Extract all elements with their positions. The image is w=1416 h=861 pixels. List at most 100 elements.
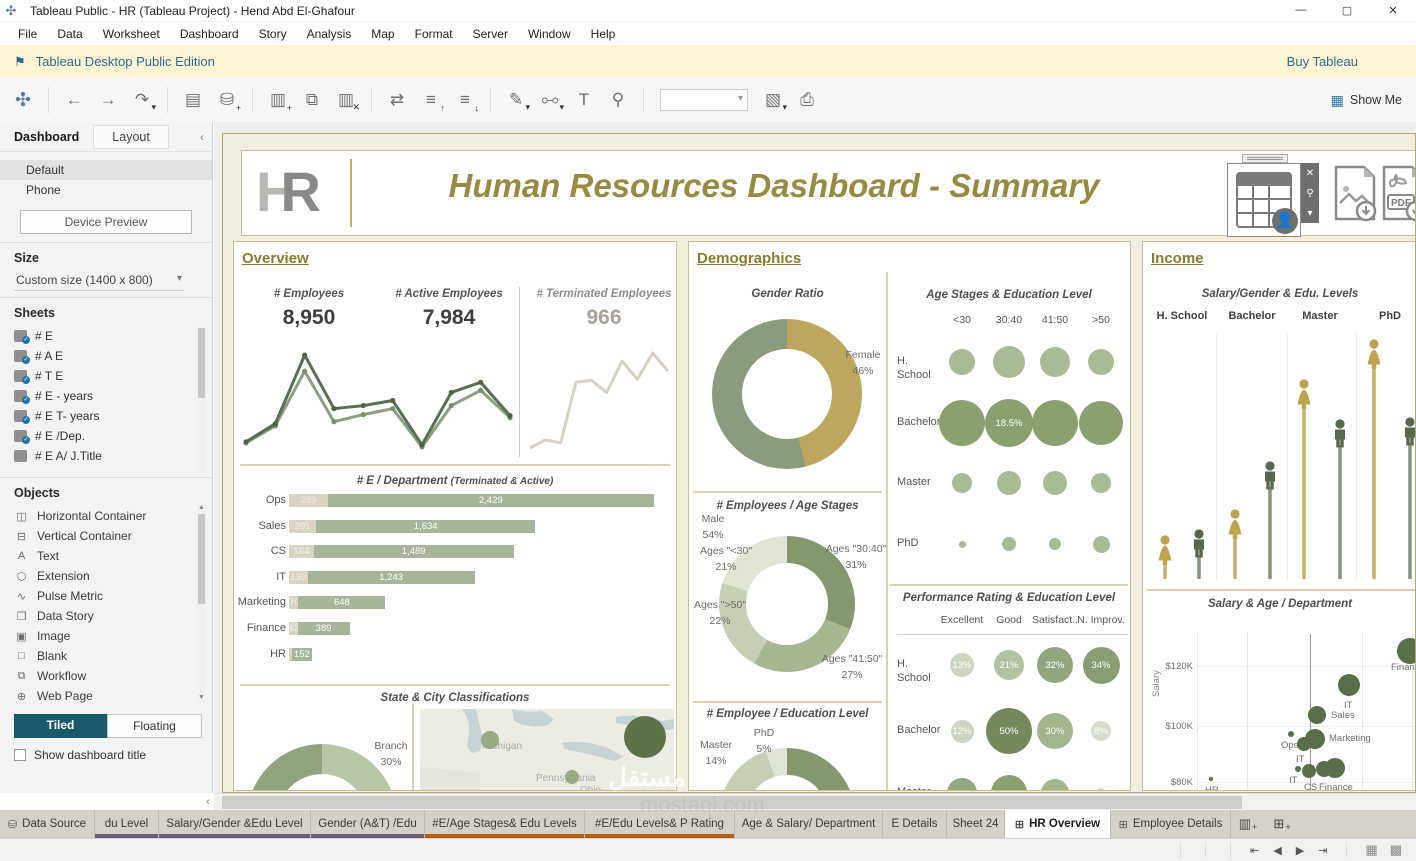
- active-segment[interactable]: 1,489: [313, 545, 514, 559]
- sheet-tab-salary-gender-edu-level[interactable]: Salary/Gender &Edu Level: [159, 810, 311, 838]
- last-sheet-button[interactable]: ⇥: [1311, 844, 1334, 857]
- scatter-point[interactable]: [1302, 764, 1316, 778]
- active-segment[interactable]: 389: [297, 622, 350, 635]
- bubble[interactable]: [1040, 347, 1070, 377]
- bubble[interactable]: [1002, 537, 1016, 551]
- bubble[interactable]: [993, 346, 1025, 378]
- bubble[interactable]: [1092, 535, 1110, 553]
- bubble[interactable]: 30%: [1037, 713, 1073, 749]
- employee-details-widget[interactable]: 👤: [1227, 163, 1301, 237]
- active-segment[interactable]: 1,634: [316, 519, 536, 533]
- bubble[interactable]: 50%: [986, 708, 1032, 754]
- terminated-segment[interactable]: 289: [289, 494, 328, 507]
- terminated-segment[interactable]: 139: [289, 570, 308, 584]
- city-bubble[interactable]: [565, 770, 579, 784]
- sheet-item[interactable]: ✓ # E - years: [14, 386, 212, 406]
- object-item-workflow[interactable]: ⧉ Workflow: [14, 666, 212, 686]
- object-item-extension[interactable]: ⬡ Extension: [14, 566, 212, 586]
- tab-layout[interactable]: Layout: [93, 124, 169, 149]
- fit-selector-dropdown[interactable]: [660, 89, 748, 111]
- bubble[interactable]: 32%: [1037, 647, 1073, 683]
- edu-donut[interactable]: [719, 748, 855, 790]
- bubble[interactable]: [1049, 538, 1061, 550]
- back-icon[interactable]: ←: [59, 85, 89, 115]
- sheet-item[interactable]: ✓ # E /Dep.: [14, 426, 212, 446]
- city-bubble[interactable]: [624, 716, 666, 758]
- sheet-tab--e-age-stages-edu-levels[interactable]: #E/Age Stages& Edu Levels: [425, 810, 585, 838]
- bubble[interactable]: [939, 400, 985, 446]
- widget-drag-handle[interactable]: [1242, 154, 1288, 163]
- bubble[interactable]: 12%: [950, 719, 974, 743]
- device-option-default[interactable]: Default: [0, 160, 212, 180]
- scatter-point[interactable]: [1288, 731, 1294, 737]
- menu-map[interactable]: Map: [361, 27, 404, 41]
- bubble[interactable]: [949, 349, 975, 375]
- active-segment[interactable]: 2,429: [327, 494, 654, 507]
- objects-scrollbar[interactable]: ▲ ▼: [197, 504, 206, 702]
- menu-format[interactable]: Format: [405, 27, 463, 41]
- sheet-item[interactable]: ✓ # E: [14, 326, 212, 346]
- bubble[interactable]: 34%: [1082, 646, 1120, 684]
- scatter-point[interactable]: [1325, 758, 1345, 778]
- object-item-vertical-container[interactable]: ⊟ Vertical Container: [14, 526, 212, 546]
- sheet-tab-employee-details[interactable]: ⊞ Employee Details: [1111, 810, 1231, 838]
- minimize-button[interactable]: —: [1278, 4, 1324, 17]
- clear-sheet-icon[interactable]: ▥ ✕: [331, 85, 361, 115]
- sheet-tab-sheet-24[interactable]: Sheet 24: [947, 810, 1005, 838]
- object-item-image[interactable]: ▣ Image: [14, 626, 212, 646]
- sheet-tab-du-level[interactable]: du Level: [95, 810, 159, 838]
- gender-donut[interactable]: [712, 319, 862, 469]
- menu-help[interactable]: Help: [581, 27, 626, 41]
- presentation-mode-icon[interactable]: ⎙: [792, 85, 822, 115]
- city-bubble[interactable]: [481, 731, 499, 749]
- bubble[interactable]: [1079, 401, 1123, 445]
- add-datasource-icon[interactable]: ⛁ +: [212, 85, 242, 115]
- collapse-sidebar-icon[interactable]: ‹: [200, 130, 212, 144]
- sheets-scrollbar[interactable]: [197, 326, 206, 472]
- scatter-point[interactable]: [1295, 766, 1301, 772]
- terminated-segment[interactable]: 70: [289, 596, 299, 610]
- sheet-item[interactable]: ✓ # E T- years: [14, 406, 212, 426]
- next-sheet-button[interactable]: ▶: [1289, 844, 1311, 857]
- scatter-point[interactable]: [1297, 737, 1311, 751]
- tiled-button[interactable]: Tiled: [14, 714, 107, 738]
- object-item-blank[interactable]: □ Blank: [14, 646, 212, 666]
- bubble[interactable]: [1032, 400, 1078, 446]
- object-item-text[interactable]: A Text: [14, 546, 212, 566]
- bubble[interactable]: [947, 778, 977, 790]
- sort-descending-icon[interactable]: ≡ ↓: [450, 85, 480, 115]
- state-map[interactable]: MichiganPennsylvaniaOhio: [420, 709, 674, 791]
- menu-data[interactable]: Data: [47, 27, 92, 41]
- canvas-hscrollbar[interactable]: ‹: [206, 793, 1416, 810]
- terminated-segment[interactable]: 201: [289, 519, 316, 533]
- bubble[interactable]: [997, 471, 1021, 495]
- bubble[interactable]: [1043, 471, 1067, 495]
- widget-menu-icon[interactable]: ▾: [1307, 208, 1312, 219]
- bubble[interactable]: [958, 540, 966, 548]
- show-me-button[interactable]: ▦ Show Me: [1331, 92, 1402, 109]
- scatter-point[interactable]: [1308, 706, 1326, 724]
- sheet-tab-age-salary-department[interactable]: Age & Salary/ Department: [735, 810, 883, 838]
- scatter-point[interactable]: [1209, 777, 1213, 781]
- device-option-phone[interactable]: Phone: [0, 180, 212, 200]
- sort-ascending-icon[interactable]: ≡ ↑: [416, 85, 446, 115]
- menu-story[interactable]: Story: [249, 27, 297, 41]
- bubble[interactable]: 13%: [950, 653, 974, 677]
- scroll-left-icon[interactable]: ‹: [206, 796, 210, 808]
- active-segment[interactable]: 152: [291, 647, 313, 661]
- bubble[interactable]: 18.5%: [985, 399, 1033, 447]
- scatter-point[interactable]: [1397, 638, 1415, 664]
- show-dashboard-title-checkbox[interactable]: [14, 749, 26, 761]
- menu-worksheet[interactable]: Worksheet: [93, 27, 170, 41]
- object-item-pulse-metric[interactable]: ∿ Pulse Metric: [14, 586, 212, 606]
- menu-server[interactable]: Server: [463, 27, 518, 41]
- show-filmstrip-view-icon[interactable]: ▩: [1384, 842, 1408, 858]
- close-button[interactable]: ✕: [1370, 4, 1416, 17]
- active-segment[interactable]: 1,243: [307, 570, 475, 584]
- sheet-tab--e-edu-levels-p-rating[interactable]: #E/Edu Levels& P Rating: [585, 810, 735, 838]
- redo-icon[interactable]: ↷ ▾: [127, 85, 157, 115]
- object-item-web-page[interactable]: ⊕ Web Page: [14, 686, 212, 706]
- new-dashboard-tab-button[interactable]: ⊞ +: [1265, 810, 1299, 838]
- sheet-tab-gender-a-t-edu[interactable]: Gender (A&T) /Edu: [311, 810, 425, 838]
- menu-window[interactable]: Window: [518, 27, 581, 41]
